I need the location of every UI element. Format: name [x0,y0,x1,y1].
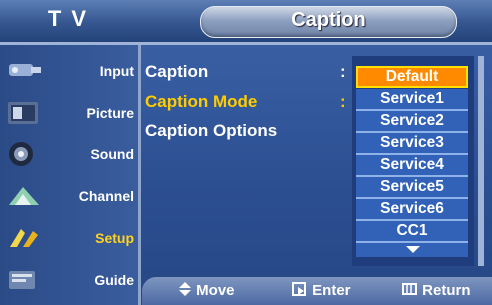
sidebar-item-label: Channel [78,188,134,204]
sidebar-item-label: Sound [90,146,134,162]
dropdown-option-service5[interactable]: Service5 [356,177,468,199]
menu-item-caption-mode[interactable]: Caption Mode [145,92,257,112]
dropdown-option-service1[interactable]: Service1 [356,89,468,111]
dropdown-option-service2[interactable]: Service2 [356,111,468,133]
page-title: Caption [291,9,366,31]
title-pill: Caption [200,6,457,38]
sidebar-item-setup[interactable]: Setup [0,220,138,257]
sidebar: Input Picture Sound Channel Setup Guide [0,45,141,305]
chevron-down-icon [406,246,420,253]
caption-mode-dropdown[interactable]: Default Service1 Service2 Service3 Servi… [352,56,474,266]
dropdown-option-cc1[interactable]: CC1 [356,221,468,243]
sidebar-item-channel[interactable]: Channel [0,178,138,215]
dropdown-option-service4[interactable]: Service4 [356,155,468,177]
sound-icon [5,139,43,169]
guide-icon [5,265,43,295]
menu-item-caption[interactable]: Caption [145,62,208,82]
scrollbar[interactable] [478,56,484,266]
return-hint-label: Return [422,282,471,299]
sidebar-item-label: Picture [86,105,134,121]
title-bar: T V Caption [0,0,492,42]
enter-icon [292,282,306,296]
tv-label: T V [47,6,89,31]
dropdown-option-default[interactable]: Default [356,66,468,88]
return-icon [402,283,417,295]
sidebar-item-label: Guide [94,272,134,288]
dropdown-option-service6[interactable]: Service6 [356,199,468,221]
move-hint-label: Move [196,282,235,299]
move-arrows-icon [179,282,191,296]
menu-colon: : [340,62,346,81]
sidebar-item-label: Input [99,63,134,79]
enter-hint: Enter [292,282,351,299]
tv-menu-screen: T V Caption Input Picture Sound Channel … [0,0,492,305]
input-icon [5,56,43,86]
picture-icon [5,98,43,128]
move-hint: Move [178,282,235,299]
setup-icon [5,223,43,253]
enter-hint-label: Enter [312,282,351,299]
sidebar-item-picture[interactable]: Picture [0,95,138,132]
scroll-down-arrow[interactable] [356,243,468,257]
bottom-hint-bar: Move Enter Return [142,277,492,305]
dropdown-option-service3[interactable]: Service3 [356,133,468,155]
menu-colon: : [340,92,346,111]
sidebar-item-guide[interactable]: Guide [0,262,138,299]
menu-item-caption-options[interactable]: Caption Options [145,121,277,141]
sidebar-item-label: Setup [95,230,134,246]
sidebar-item-sound[interactable]: Sound [0,136,138,173]
sidebar-item-input[interactable]: Input [0,53,138,90]
return-hint: Return [402,282,471,299]
channel-icon [5,181,43,211]
